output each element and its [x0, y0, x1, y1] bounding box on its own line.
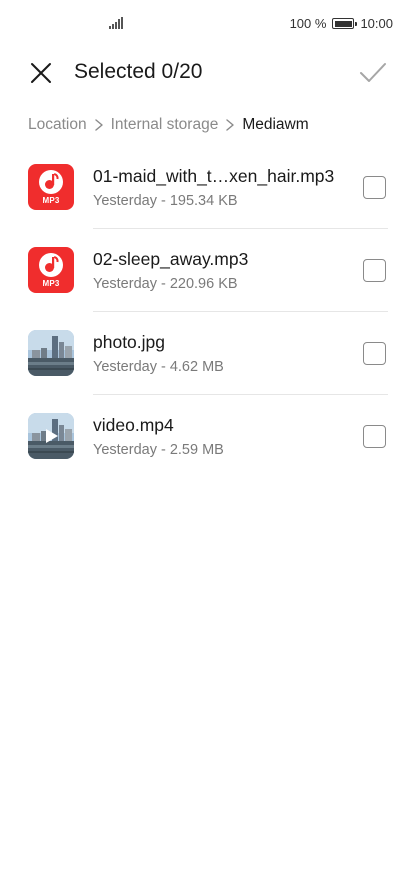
file-name: photo.jpg — [93, 332, 166, 352]
select-checkbox[interactable] — [363, 176, 386, 199]
page-title: Selected 0/20 — [74, 60, 203, 83]
mp3-label: MP3 — [42, 279, 60, 288]
breadcrumb: Location Internal storage Mediawm — [28, 114, 309, 136]
list-item[interactable]: photo.jpg Yesterday - 4.62 MB — [0, 312, 416, 395]
file-meta: Yesterday - 195.34 KB — [93, 193, 238, 209]
music-file-icon: MP3 — [28, 247, 74, 293]
file-meta: Yesterday - 220.96 KB — [93, 276, 238, 292]
chevron-right-icon — [94, 119, 103, 131]
music-file-icon: MP3 — [28, 164, 74, 210]
file-name: video.mp4 — [93, 415, 174, 435]
file-meta: Yesterday - 2.59 MB — [93, 442, 224, 458]
video-thumbnail — [28, 413, 74, 459]
file-list: MP3 01-maid_with_t…xen_hair.mp3 Yesterda… — [0, 146, 416, 478]
mp3-label: MP3 — [42, 196, 60, 205]
breadcrumb-internal-storage[interactable]: Internal storage — [111, 116, 219, 134]
file-name: 02-sleep_away.mp3 — [93, 249, 249, 269]
file-meta: Yesterday - 4.62 MB — [93, 359, 224, 375]
chevron-right-icon — [226, 119, 235, 131]
list-item[interactable]: video.mp4 Yesterday - 2.59 MB — [0, 395, 416, 478]
signal-icon — [109, 17, 123, 29]
breadcrumb-location[interactable]: Location — [28, 116, 87, 134]
breadcrumb-mediawm: Mediawm — [242, 116, 309, 133]
file-name: 01-maid_with_t…xen_hair.mp3 — [93, 166, 335, 186]
play-icon — [46, 429, 58, 443]
title-bar: Selected 0/20 — [0, 48, 416, 96]
status-bar: 100 % 10:00 — [0, 0, 416, 48]
select-checkbox[interactable] — [363, 342, 386, 365]
close-icon[interactable] — [26, 58, 56, 88]
clock: 10:00 — [360, 16, 393, 31]
check-icon[interactable] — [358, 58, 388, 88]
image-thumbnail — [28, 330, 74, 376]
select-checkbox[interactable] — [363, 425, 386, 448]
select-checkbox[interactable] — [363, 259, 386, 282]
list-item[interactable]: MP3 01-maid_with_t…xen_hair.mp3 Yesterda… — [0, 146, 416, 229]
battery-icon — [332, 18, 358, 29]
battery-percent: 100 % — [289, 16, 327, 31]
list-item[interactable]: MP3 02-sleep_away.mp3 Yesterday - 220.96… — [0, 229, 416, 312]
